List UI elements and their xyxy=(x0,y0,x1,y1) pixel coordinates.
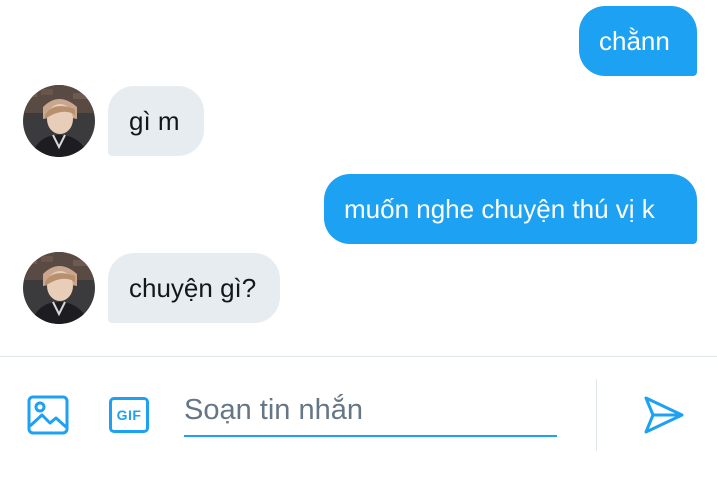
contact-avatar[interactable] xyxy=(23,252,95,324)
send-icon xyxy=(644,396,684,434)
image-icon xyxy=(27,395,69,435)
add-gif-button[interactable]: GIF xyxy=(107,395,151,435)
send-button[interactable] xyxy=(640,393,688,437)
gif-label: GIF xyxy=(116,407,142,423)
send-separator xyxy=(596,379,597,451)
message-composer: GIF xyxy=(0,357,717,483)
received-message-bubble[interactable]: gì m xyxy=(108,86,204,156)
sent-message-bubble[interactable]: chằnn xyxy=(579,6,697,76)
gif-icon: GIF xyxy=(109,397,149,433)
avatar-photo xyxy=(23,85,95,157)
contact-avatar[interactable] xyxy=(23,85,95,157)
avatar-photo xyxy=(23,252,95,324)
sent-message-bubble[interactable]: muốn nghe chuyện thú vị k xyxy=(324,174,697,244)
dm-conversation-screen: chằnn gì m muốn nghe chuyện thú vị k chu… xyxy=(0,0,717,483)
message-list[interactable]: chằnn gì m muốn nghe chuyện thú vị k chu… xyxy=(0,0,717,356)
add-media-button[interactable] xyxy=(26,394,70,436)
received-message-bubble[interactable]: chuyện gì? xyxy=(108,253,280,323)
message-input[interactable] xyxy=(184,391,557,437)
